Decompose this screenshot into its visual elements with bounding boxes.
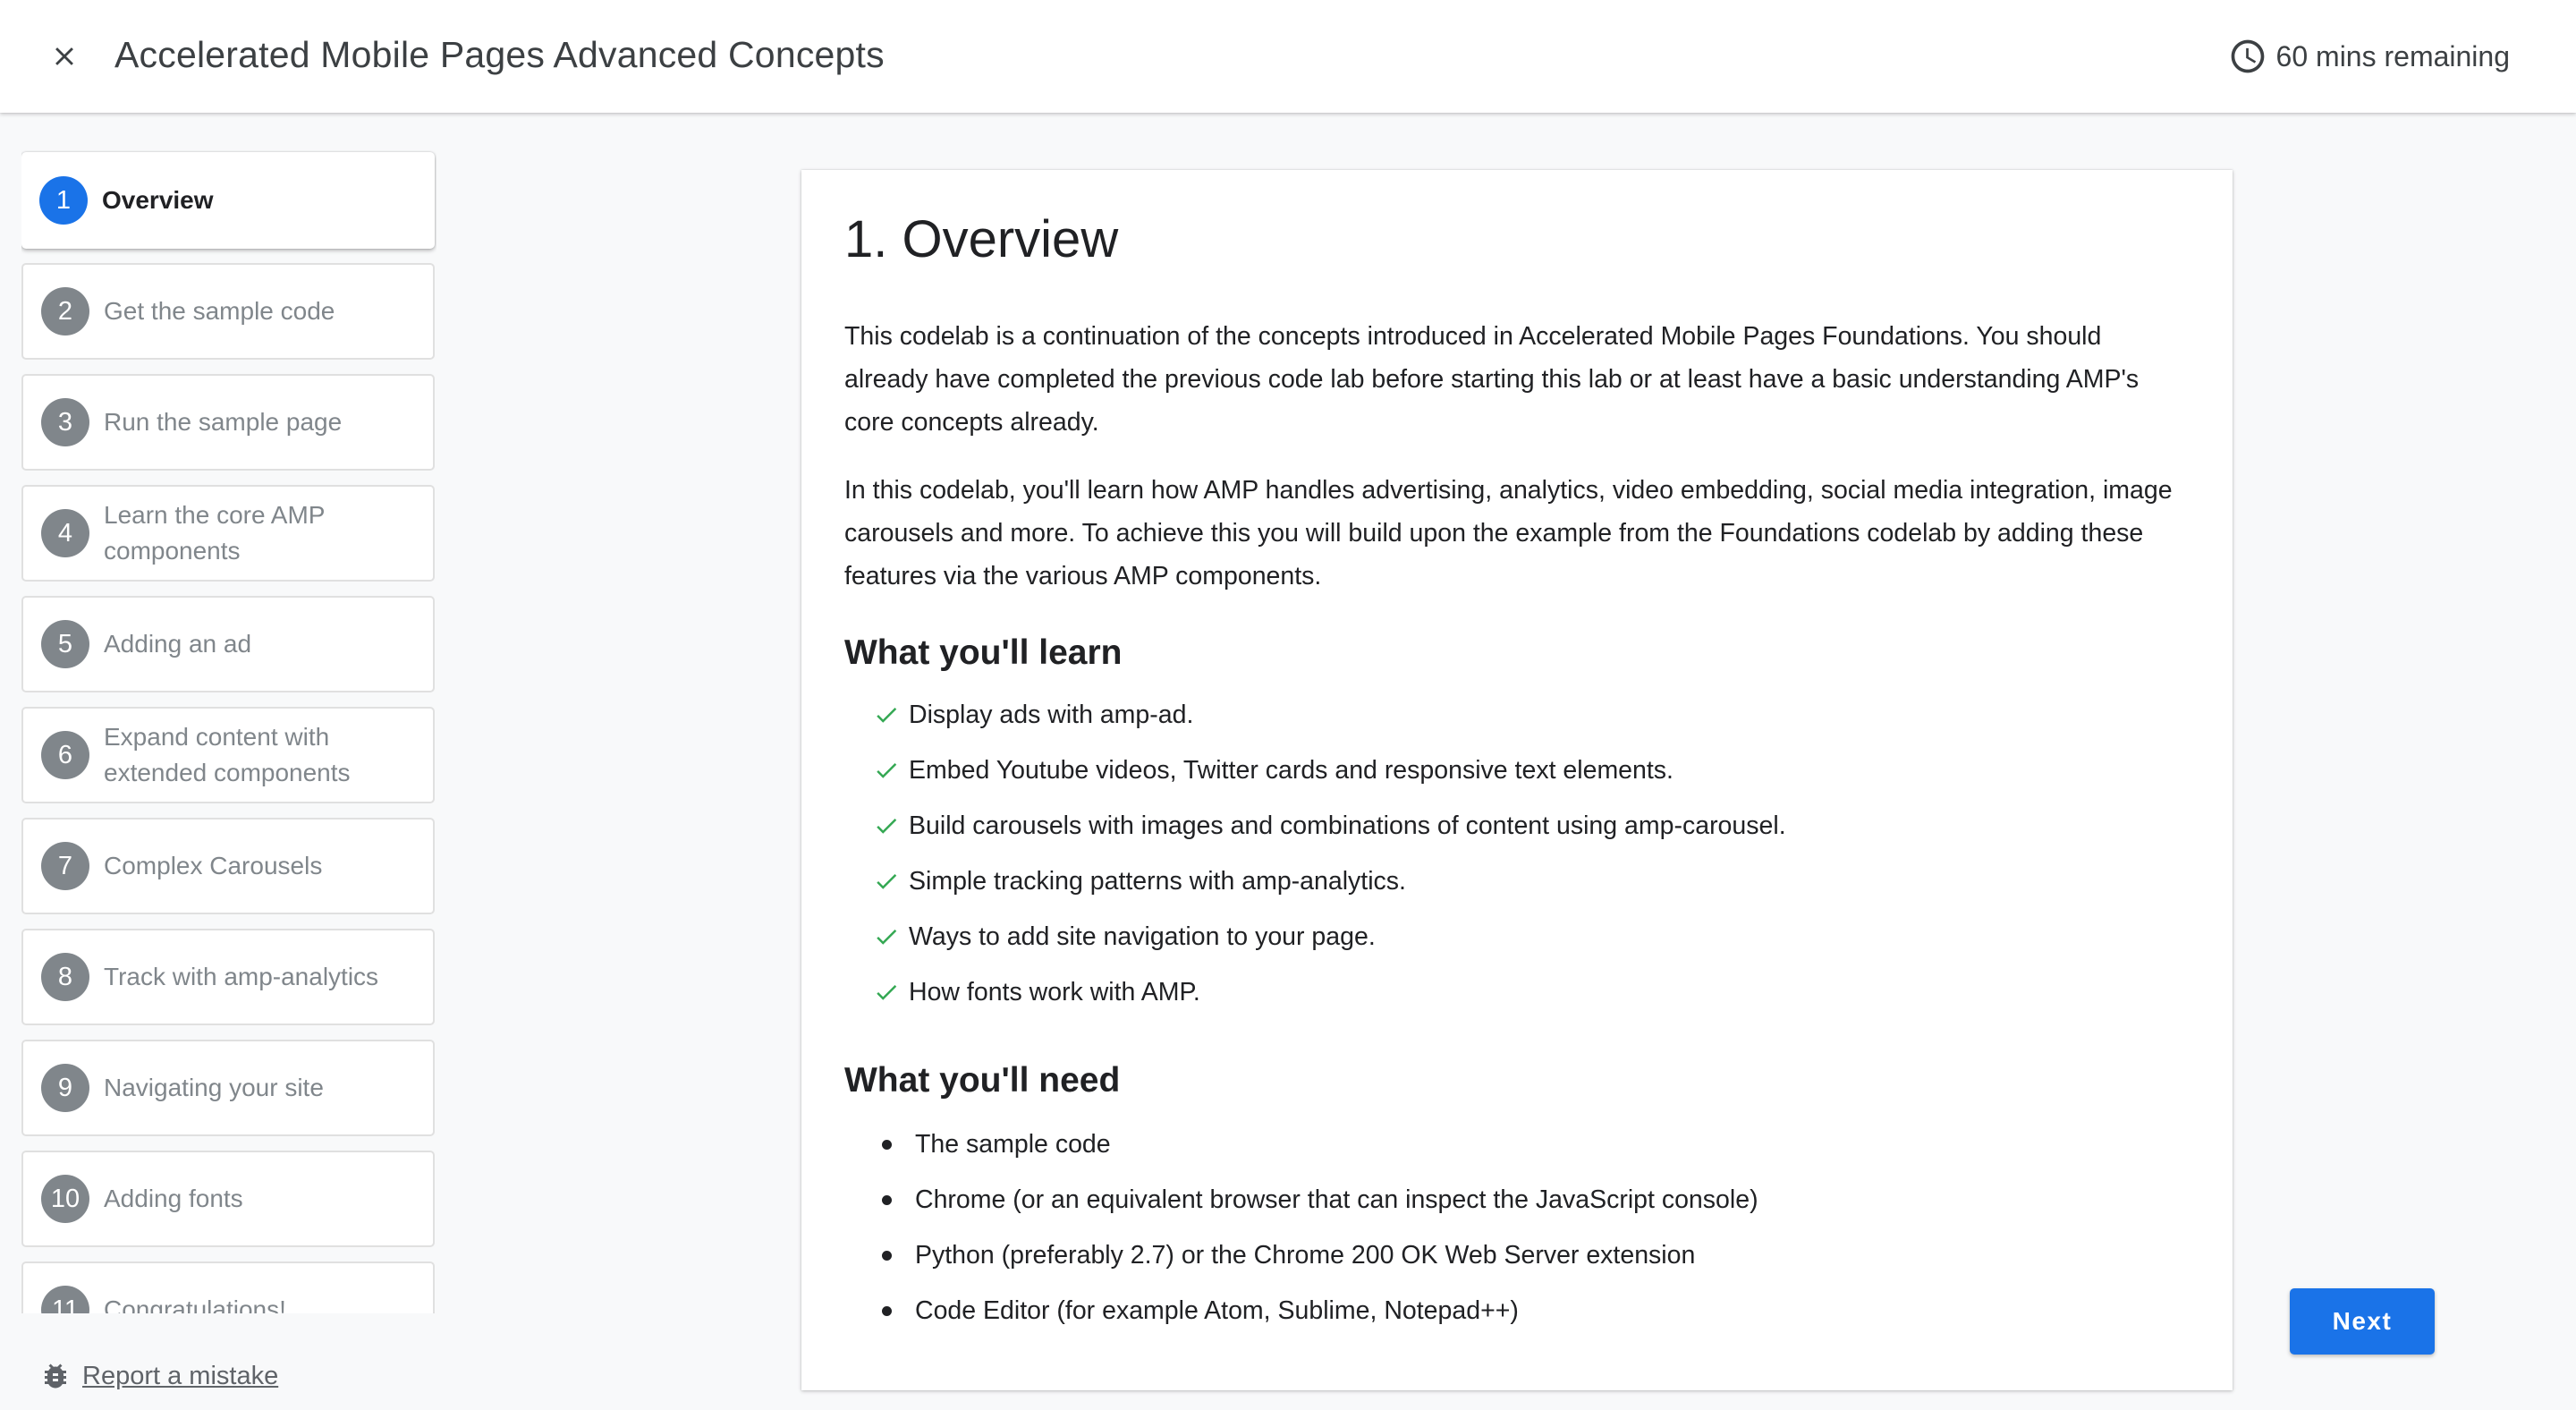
step-label: Navigating your site [104,1074,324,1101]
bullet-dot [882,1250,892,1261]
report-mistake-link[interactable]: Report a mistake [39,1353,278,1399]
step-label: Track with amp-analytics [104,963,379,990]
next-button[interactable]: Next [2290,1288,2435,1355]
check-icon [877,818,897,834]
step-number-badge: 4 [41,509,89,557]
step-item-extended-components[interactable]: 6 Expand content with extended component… [21,707,435,803]
codelab-title: Accelerated Mobile Pages Advanced Concep… [114,34,885,75]
list-item: How fonts work with AMP. [871,964,2190,1020]
list-item: The sample code [882,1117,2190,1172]
step-number-badge: 6 [41,731,89,779]
list-item: Python (preferably 2.7) or the Chrome 20… [882,1227,2190,1283]
step-label: Complex Carousels [104,852,323,879]
step-number-badge: 2 [41,287,89,336]
close-button[interactable] [38,32,91,81]
intro-paragraph: In this codelab, you'll learn how AMP ha… [844,476,2173,590]
step-content-card: 1. Overview This codelab is a continuati… [801,170,2233,1390]
list-item-text: Code Editor (for example Atom, Sublime, … [915,1295,1519,1325]
list-item: Chrome (or an equivalent browser that ca… [882,1172,2190,1227]
intro-paragraph: This codelab is a continuation of the co… [844,322,2140,437]
list-item: Build carousels with images and combinat… [871,798,2190,854]
step-item-overview[interactable]: 1 Overview [21,152,435,249]
step-item-complex-carousels[interactable]: 7 Complex Carousels [21,818,435,914]
list-item-text: How fonts work with AMP. [909,977,1200,1007]
step-number-badge: 8 [41,953,89,1001]
learn-heading: What you'll learn [844,633,1123,672]
step-label: Overview [102,186,214,214]
step-label: Expand content with extended components [104,723,351,786]
check-icon [877,929,897,945]
check-icon [877,873,897,889]
report-mistake-label: Report a mistake [82,1361,279,1390]
bullet-dot [882,1139,892,1150]
check-icon [877,984,897,1000]
step-number-badge: 10 [41,1175,89,1223]
step-label: Get the sample code [104,297,335,325]
list-item-text: Simple tracking patterns with amp-analyt… [909,866,1406,896]
check-icon [877,707,897,723]
list-item-text: The sample code [915,1129,1111,1159]
list-item-text: Embed Youtube videos, Twitter cards and … [909,755,1674,785]
step-label: Learn the core AMP components [104,501,325,565]
list-item-text: Ways to add site navigation to your page… [909,922,1376,951]
step-item-adding-fonts[interactable]: 10 Adding fonts [21,1151,435,1247]
step-item-adding-an-ad[interactable]: 5 Adding an ad [21,596,435,692]
step-number-badge: 1 [39,176,88,225]
steps-sidebar: 1 Overview 2 Get the sample code 3 Run t… [21,150,436,1313]
list-item-text: Python (preferably 2.7) or the Chrome 20… [915,1240,1696,1270]
list-item-text: Build carousels with images and combinat… [909,811,1786,840]
step-label: Congratulations! [104,1295,286,1313]
list-item-text: Chrome (or an equivalent browser that ca… [915,1185,1758,1214]
bullet-dot [882,1194,892,1205]
step-number-badge: 5 [41,620,89,668]
step-item-get-sample-code[interactable]: 2 Get the sample code [21,263,435,360]
bug-icon [45,1363,66,1389]
list-item: Display ads with amp-ad. [871,687,2190,743]
time-remaining-text: 60 mins remaining [2275,39,2510,72]
list-item-text: Display ads with amp-ad. [909,700,1194,729]
step-number-badge: 3 [41,398,89,446]
time-remaining: 60 mins remaining [2228,36,2510,77]
list-item: Ways to add site navigation to your page… [871,909,2190,964]
step-number-badge: 11 [41,1286,89,1313]
step-number-badge: 7 [41,842,89,890]
close-icon [55,47,73,65]
check-icon [877,762,897,778]
step-item-amp-analytics[interactable]: 8 Track with amp-analytics [21,929,435,1025]
step-label: Adding fonts [104,1185,243,1212]
step-label: Run the sample page [104,408,343,436]
step-label: Adding an ad [104,630,252,658]
need-list: The sample code Chrome (or an equivalent… [844,1117,2190,1338]
learn-list: Display ads with amp-ad. Embed Youtube v… [844,687,2190,1020]
step-item-run-sample-page[interactable]: 3 Run the sample page [21,374,435,471]
list-item: Embed Youtube videos, Twitter cards and … [871,743,2190,798]
step-item-congratulations[interactable]: 11 Congratulations! [21,1261,435,1313]
clock-icon [2231,39,2264,73]
list-item: Simple tracking patterns with amp-analyt… [871,854,2190,909]
step-number-badge: 9 [41,1064,89,1112]
top-header: Accelerated Mobile Pages Advanced Concep… [0,0,2576,113]
bullet-dot [882,1305,892,1316]
need-heading: What you'll need [844,1061,1121,1100]
step-item-core-amp-components[interactable]: 4 Learn the core AMP components [21,485,435,582]
step-heading: 1. Overview [844,210,1119,268]
list-item: Code Editor (for example Atom, Sublime, … [882,1283,2190,1338]
step-item-navigating-site[interactable]: 9 Navigating your site [21,1040,435,1136]
